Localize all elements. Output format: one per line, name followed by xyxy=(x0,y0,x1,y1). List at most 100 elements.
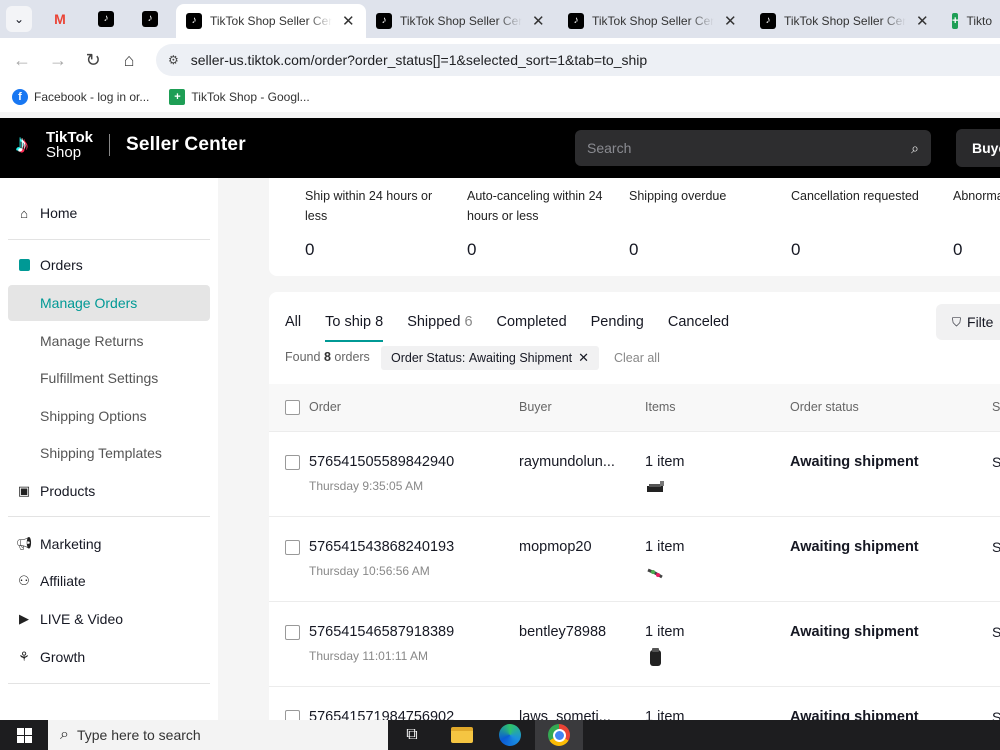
table-row[interactable]: 576541546587918389 Thursday 11:01:11 AM … xyxy=(269,602,1000,687)
close-icon[interactable]: ✕ xyxy=(532,12,545,30)
sidebar-item-label: Products xyxy=(40,483,96,499)
close-icon[interactable]: ✕ xyxy=(342,12,355,30)
browser-tab-active[interactable]: ♪ TikTok Shop Seller Cent ✕ xyxy=(176,4,366,38)
buyer-name: mopmop20 xyxy=(519,539,592,555)
tab-canceled[interactable]: Canceled xyxy=(668,314,729,342)
row-checkbox[interactable] xyxy=(285,455,300,470)
home-button[interactable]: ⌂ xyxy=(117,48,141,72)
tab-pending[interactable]: Pending xyxy=(591,314,644,342)
sidebar-item-manage-returns[interactable]: Manage Returns xyxy=(8,323,210,359)
filter-button[interactable]: ⛉ Filte xyxy=(936,304,1000,340)
sidebar-item-label: LIVE & Video xyxy=(40,611,124,627)
stat-auto-canceling[interactable]: Auto-canceling within 24 hours or less 0 xyxy=(467,186,617,259)
chrome-button[interactable] xyxy=(535,720,583,750)
sidebar-item-marketing[interactable]: 📢︎ Marketing xyxy=(8,526,210,562)
start-button[interactable] xyxy=(0,720,48,750)
item-count: 1 item xyxy=(645,624,685,640)
sheets-icon: + xyxy=(952,13,959,29)
order-id[interactable]: 576541543868240193 xyxy=(309,539,454,555)
site-settings-icon[interactable]: ⚙ xyxy=(168,53,179,67)
sidebar-item-products[interactable]: ▣ Products xyxy=(8,473,210,509)
tab-search-button[interactable]: ⌄ xyxy=(6,6,32,32)
taskbar-search-input[interactable]: ⌕ Type here to search xyxy=(48,720,388,750)
search-input[interactable]: Search ⌕ xyxy=(575,130,931,166)
bookmark-facebook[interactable]: f Facebook - log in or... xyxy=(12,89,149,105)
forward-button[interactable]: → xyxy=(46,48,70,72)
sidebar-item-manage-orders[interactable]: Manage Orders xyxy=(8,285,210,321)
tab-label: Shipped xyxy=(407,314,461,330)
row-checkbox[interactable] xyxy=(285,625,300,640)
table-row[interactable]: 576541505589842940 Thursday 9:35:05 AM r… xyxy=(269,432,1000,517)
select-all-checkbox[interactable] xyxy=(285,400,300,415)
browser-tab[interactable]: ♪ TikTok Shop Seller Cent ✕ xyxy=(366,4,558,38)
buyer-button[interactable]: Buye xyxy=(956,129,1000,167)
stat-ship-within-24h[interactable]: Ship within 24 hours or less 0 xyxy=(305,186,455,259)
stat-abnormal[interactable]: Abnorma 0 xyxy=(953,186,1000,259)
column-header-items: Items xyxy=(645,400,676,414)
close-icon[interactable]: ✕ xyxy=(724,12,737,30)
bookmarks-bar: f Facebook - log in or... + TikTok Shop … xyxy=(0,82,1000,112)
sidebar-item-growth[interactable]: ⚘ Growth xyxy=(8,639,210,675)
url-text: seller-us.tiktok.com/order?order_status[… xyxy=(190,52,648,68)
stat-shipping-overdue[interactable]: Shipping overdue 0 xyxy=(629,186,779,259)
sidebar-item-live-video[interactable]: ▶ LIVE & Video xyxy=(8,601,210,637)
row-checkbox[interactable] xyxy=(285,540,300,555)
tab-title: TikTok Shop Seller Cent xyxy=(400,14,522,28)
edge-button[interactable] xyxy=(486,720,534,750)
sidebar-item-label: Affiliate xyxy=(40,573,86,589)
product-thumbnail[interactable] xyxy=(645,646,667,668)
order-time: Thursday 9:35:05 AM xyxy=(309,479,424,493)
browser-tab[interactable]: ♪ TikTok Shop Seller Cent ✕ xyxy=(750,4,942,38)
row-checkbox[interactable] xyxy=(285,710,300,720)
tab-all[interactable]: All xyxy=(285,314,301,342)
tab-shipped[interactable]: Shipped 6 xyxy=(407,314,472,342)
stat-label: Shipping overdue xyxy=(629,189,727,203)
order-tabs: All To ship 8 Shipped 6 Completed Pendin… xyxy=(285,314,753,342)
found-prefix: Found xyxy=(285,350,321,364)
order-id[interactable]: 576541505589842940 xyxy=(309,454,454,470)
item-count: 1 item xyxy=(645,709,685,720)
file-explorer-button[interactable] xyxy=(438,720,486,750)
sidebar-item-shipping-options[interactable]: Shipping Options xyxy=(8,398,210,434)
divider xyxy=(8,239,210,240)
tab-count: 6 xyxy=(464,314,473,330)
pinned-tab-tiktok-2[interactable]: ♪ xyxy=(132,6,168,32)
stat-cancellation-requested[interactable]: Cancellation requested 0 xyxy=(791,186,941,259)
sidebar-item-shipping-templates[interactable]: Shipping Templates xyxy=(8,435,210,471)
facebook-icon: f xyxy=(12,89,28,105)
url-bar[interactable]: ⚙ seller-us.tiktok.com/order?order_statu… xyxy=(156,44,1000,76)
browser-tab[interactable]: ♪ TikTok Shop Seller Cent ✕ xyxy=(558,4,750,38)
sidebar-item-home[interactable]: ⌂ Home xyxy=(8,195,210,231)
clear-all-link[interactable]: Clear all xyxy=(614,351,660,365)
tiktok-shop-logo[interactable]: ♪ TikTok Shop Seller Center xyxy=(16,130,246,160)
found-count: Found 8 orders xyxy=(285,350,370,364)
table-row[interactable]: 576541543868240193 Thursday 10:56:56 AM … xyxy=(269,517,1000,602)
browser-tab[interactable]: + Tikto xyxy=(942,4,1000,38)
sidebar-item-label: Orders xyxy=(40,257,83,273)
table-row[interactable]: 576541571984756902 laws_someti... 1 item… xyxy=(269,687,1000,720)
close-icon[interactable]: ✕ xyxy=(916,12,929,30)
windows-taskbar: ⌕ Type here to search ⧉ xyxy=(0,720,1000,750)
task-view-button[interactable]: ⧉ xyxy=(388,720,436,750)
sidebar-item-affiliate[interactable]: ⚇ Affiliate xyxy=(8,563,210,599)
pinned-tab-tiktok-1[interactable]: ♪ xyxy=(88,6,124,32)
bookmark-label: Facebook - log in or... xyxy=(34,90,150,104)
order-id[interactable]: 576541546587918389 xyxy=(309,624,454,640)
product-thumbnail[interactable] xyxy=(645,476,667,498)
product-thumbnail[interactable] xyxy=(645,561,667,583)
column-header-order-status: Order status xyxy=(790,400,859,414)
back-button[interactable]: ← xyxy=(10,48,34,72)
sidebar-item-orders[interactable]: Orders xyxy=(8,247,210,283)
reload-button[interactable]: ↻ xyxy=(81,48,105,72)
tiktok-icon: ♪ xyxy=(186,13,202,29)
tab-to-ship[interactable]: To ship 8 xyxy=(325,314,384,342)
tab-completed[interactable]: Completed xyxy=(497,314,567,342)
sidebar-item-fulfillment-settings[interactable]: Fulfillment Settings xyxy=(8,360,210,396)
divider xyxy=(8,683,210,684)
bookmark-tiktok-shop-sheet[interactable]: + TikTok Shop - Googl... xyxy=(169,89,310,105)
tab-label: Canceled xyxy=(667,314,730,330)
order-id[interactable]: 576541571984756902 xyxy=(309,709,454,720)
pinned-tab-gmail[interactable]: M xyxy=(42,6,78,32)
close-icon[interactable]: ✕ xyxy=(578,350,589,366)
search-icon[interactable]: ⌕ xyxy=(911,140,919,157)
